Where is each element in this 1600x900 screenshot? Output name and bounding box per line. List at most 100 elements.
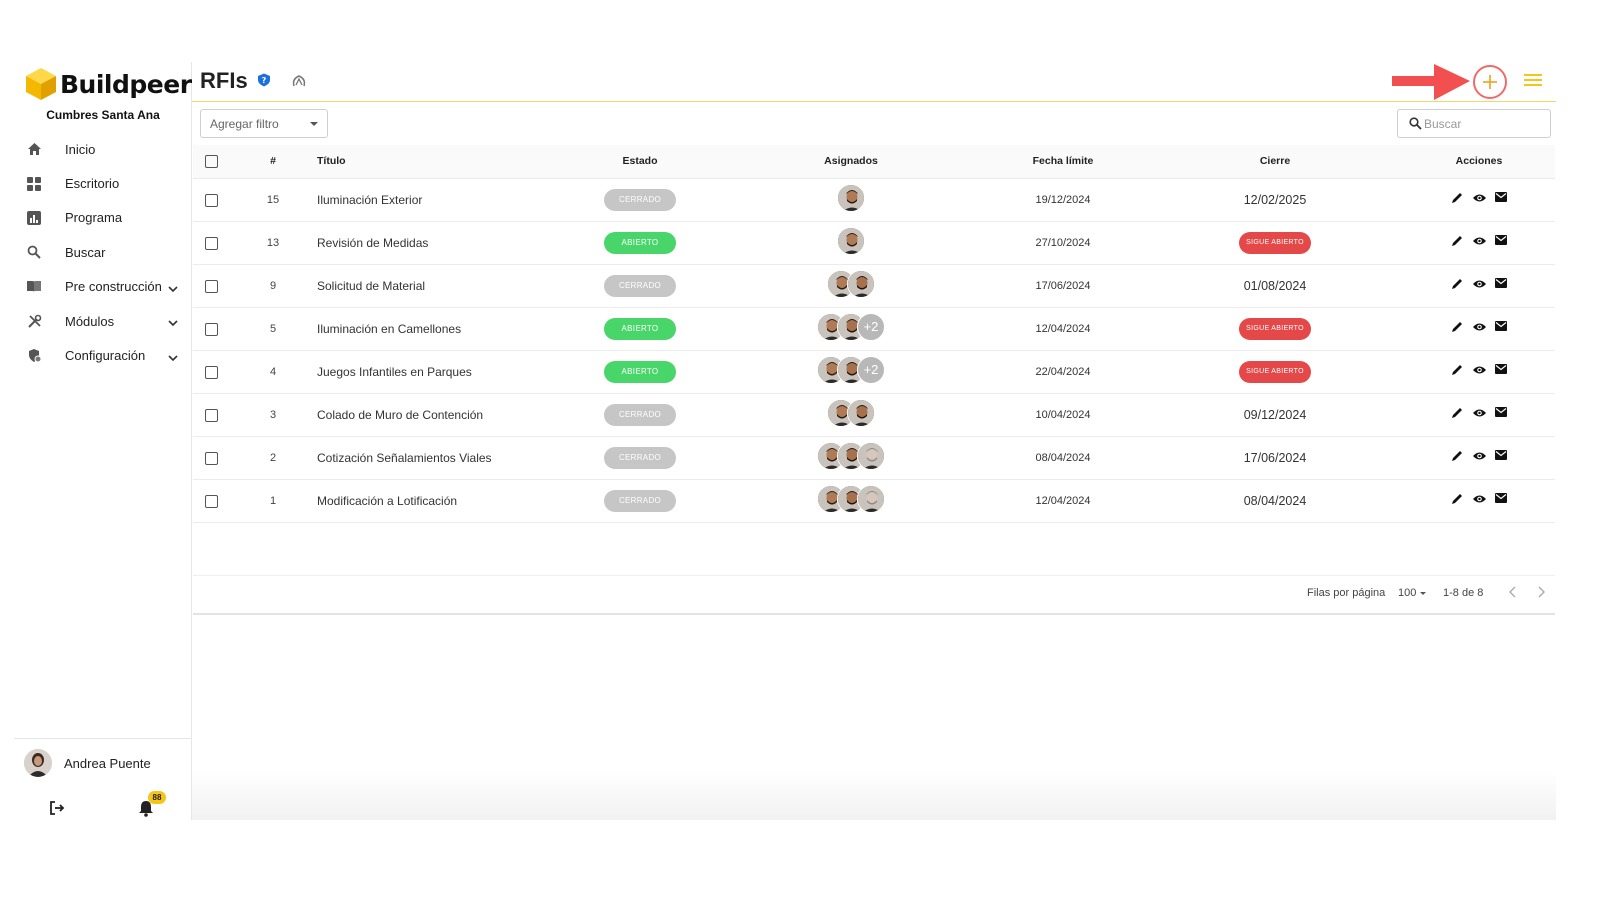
table-row[interactable]: 2 Cotización Señalamientos Viales CERRADO 0…	[193, 436, 1555, 480]
email-envelope-icon[interactable]	[1494, 492, 1508, 506]
row-actions	[1450, 363, 1508, 377]
edit-pencil-icon[interactable]	[1450, 449, 1464, 463]
assignees-cell: +2	[723, 350, 979, 394]
row-actions	[1450, 320, 1508, 334]
rank-badge-icon[interactable]	[291, 73, 307, 89]
table-row[interactable]: 13 Revisión de Medidas ABIERTO 27/10/2024 SI…	[193, 221, 1555, 265]
sidebar-item-escritorio[interactable]: Escritorio	[14, 166, 192, 200]
rfi-title[interactable]: Iluminación en Camellones	[317, 307, 557, 351]
assignee-avatar[interactable]	[837, 227, 865, 255]
prev-page-button[interactable]	[1508, 586, 1518, 601]
logo[interactable]: Buildpeer	[24, 66, 192, 102]
sidebar-nav: Inicio Escritorio Programa Buscar Pre co…	[14, 132, 192, 373]
header-title[interactable]: Título	[317, 145, 557, 179]
page-header: RFIs ?	[192, 62, 1556, 102]
edit-pencil-icon[interactable]	[1450, 320, 1464, 334]
view-eye-icon[interactable]	[1472, 406, 1486, 420]
edit-pencil-icon[interactable]	[1450, 406, 1464, 420]
sidebar-item-pre-construccion[interactable]: Pre construcción	[14, 270, 192, 304]
row-checkbox[interactable]	[204, 451, 218, 465]
edit-pencil-icon[interactable]	[1450, 363, 1464, 377]
due-date: 17/06/2024	[979, 264, 1147, 308]
close-date: 09/12/2024	[1243, 407, 1307, 422]
sidebar-item-buscar[interactable]: Buscar	[14, 235, 192, 269]
hamburger-menu-icon[interactable]	[1523, 72, 1543, 88]
select-all-checkbox[interactable]	[204, 154, 218, 168]
email-envelope-icon[interactable]	[1494, 191, 1508, 205]
table-row[interactable]: 4 Juegos Infantiles en Parques ABIERTO +2 22…	[193, 350, 1555, 394]
header-due-date[interactable]: Fecha límite	[979, 145, 1147, 179]
assignee-avatar[interactable]	[847, 270, 875, 298]
assignee-avatar[interactable]	[847, 399, 875, 427]
header-close[interactable]: Cierre	[1147, 145, 1403, 179]
add-filter-select[interactable]: Agregar filtro	[200, 109, 328, 138]
row-checkbox[interactable]	[204, 322, 218, 336]
edit-pencil-icon[interactable]	[1450, 277, 1464, 291]
row-checkbox[interactable]	[204, 365, 218, 379]
row-checkbox[interactable]	[204, 279, 218, 293]
row-actions	[1450, 191, 1508, 205]
rows-per-page-select[interactable]: 100	[1398, 587, 1416, 599]
view-eye-icon[interactable]	[1472, 191, 1486, 205]
state-cell: CERRADO	[557, 264, 723, 308]
sidebar-item-inicio[interactable]: Inicio	[14, 132, 192, 166]
close-cell: 17/06/2024	[1147, 436, 1403, 480]
rfi-title[interactable]: Iluminación Exterior	[317, 178, 557, 222]
sidebar-item-programa[interactable]: Programa	[14, 201, 192, 235]
header-number[interactable]: #	[229, 145, 317, 179]
table-row[interactable]: 3 Colado de Muro de Contención CERRADO 10/0…	[193, 393, 1555, 437]
add-rfi-button[interactable]	[1473, 65, 1507, 99]
email-envelope-icon[interactable]	[1494, 234, 1508, 248]
row-checkbox[interactable]	[204, 193, 218, 207]
view-eye-icon[interactable]	[1472, 492, 1486, 506]
email-envelope-icon[interactable]	[1494, 320, 1508, 334]
rfi-title[interactable]: Revisión de Medidas	[317, 221, 557, 265]
table-row[interactable]: 1 Modificación a Lotificación CERRADO 12/04…	[193, 479, 1555, 523]
assignee-avatar[interactable]	[837, 184, 865, 212]
rfi-number: 1	[229, 479, 317, 523]
view-eye-icon[interactable]	[1472, 320, 1486, 334]
table-row[interactable]: 15 Iluminación Exterior CERRADO 19/12/2024 1…	[193, 178, 1555, 222]
more-assignees-badge[interactable]: +2	[857, 313, 885, 341]
view-eye-icon[interactable]	[1472, 277, 1486, 291]
edit-pencil-icon[interactable]	[1450, 492, 1464, 506]
assignee-avatar[interactable]	[857, 442, 885, 470]
view-eye-icon[interactable]	[1472, 449, 1486, 463]
email-envelope-icon[interactable]	[1494, 277, 1508, 291]
table-row[interactable]: 5 Iluminación en Camellones ABIERTO +2 12/04…	[193, 307, 1555, 351]
user-profile[interactable]: Andrea Puente	[14, 739, 192, 777]
header-assignees[interactable]: Asignados	[723, 145, 979, 179]
rfi-number: 5	[229, 307, 317, 351]
email-envelope-icon[interactable]	[1494, 363, 1508, 377]
logout-icon[interactable]	[48, 799, 66, 817]
sidebar-item-modulos[interactable]: Módulos	[14, 304, 192, 338]
table-row[interactable]: 9 Solicitud de Material CERRADO 17/06/2024 0…	[193, 264, 1555, 308]
rfi-title[interactable]: Solicitud de Material	[317, 264, 557, 308]
row-checkbox[interactable]	[204, 408, 218, 422]
edit-pencil-icon[interactable]	[1450, 234, 1464, 248]
email-envelope-icon[interactable]	[1494, 449, 1508, 463]
header-state[interactable]: Estado	[557, 145, 723, 179]
next-page-button[interactable]	[1536, 586, 1546, 601]
header-actions: Acciones	[1403, 145, 1555, 179]
sidebar-item-configuracion[interactable]: Configuración	[14, 338, 192, 372]
assignee-avatar[interactable]	[857, 485, 885, 513]
view-eye-icon[interactable]	[1472, 363, 1486, 377]
search-input[interactable]	[1424, 116, 1544, 132]
status-badge: CERRADO	[604, 274, 676, 297]
edit-pencil-icon[interactable]	[1450, 191, 1464, 205]
assignee-group	[817, 485, 885, 513]
rfi-title[interactable]: Cotización Señalamientos Viales	[317, 436, 557, 480]
view-eye-icon[interactable]	[1472, 234, 1486, 248]
row-checkbox[interactable]	[204, 236, 218, 250]
row-checkbox[interactable]	[204, 494, 218, 508]
state-cell: ABIERTO	[557, 350, 723, 394]
sidebar-item-label: Módulos	[65, 313, 115, 329]
assignees-cell	[723, 393, 979, 437]
rfi-title[interactable]: Juegos Infantiles en Parques	[317, 350, 557, 394]
rfi-title[interactable]: Modificación a Lotificación	[317, 479, 557, 523]
help-icon[interactable]: ?	[257, 73, 271, 87]
more-assignees-badge[interactable]: +2	[857, 356, 885, 384]
rfi-title[interactable]: Colado de Muro de Contención	[317, 393, 557, 437]
email-envelope-icon[interactable]	[1494, 406, 1508, 420]
